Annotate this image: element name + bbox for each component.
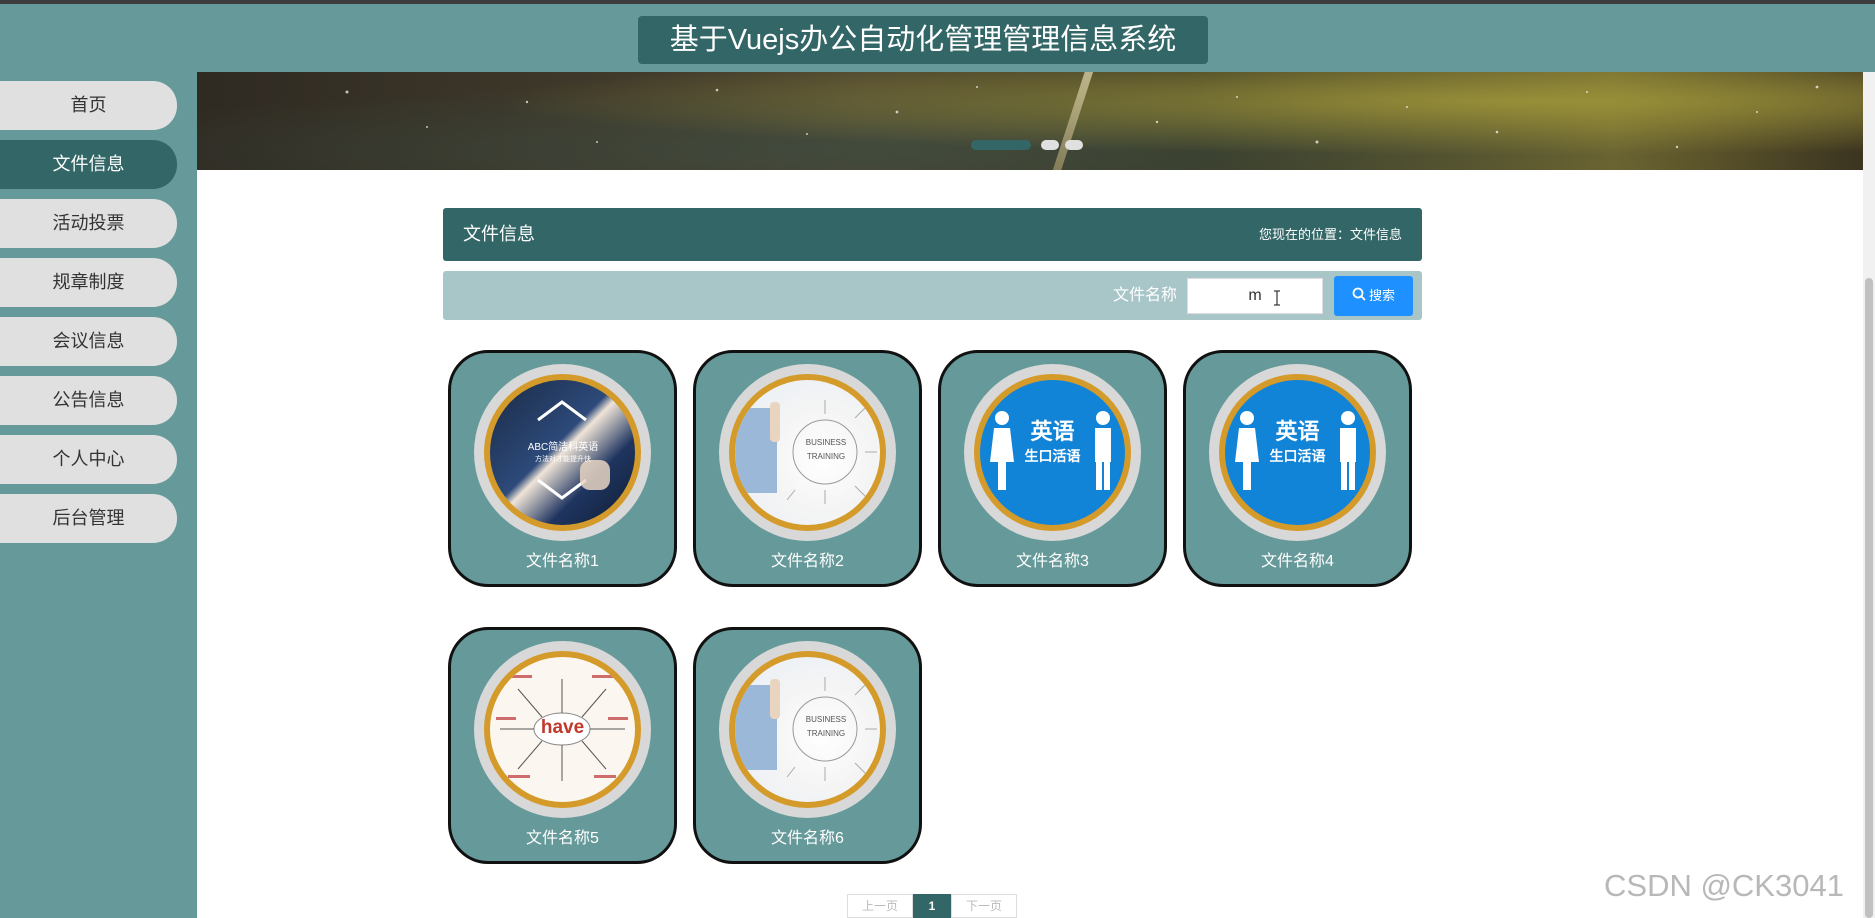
scrollbar-thumb[interactable]: [1865, 278, 1873, 918]
sidebar-item-personal-center[interactable]: 个人中心: [0, 435, 177, 484]
card-image-business-training: BUSINESS TRAINING: [729, 651, 886, 808]
card-image-ring: have: [474, 641, 651, 818]
card-image-abc-english: ABC简洁科英语 方法对才能提升快: [484, 374, 641, 531]
banner-stars: [345, 85, 1819, 149]
card-name: 文件名称3: [1016, 553, 1089, 570]
card-image-text: BUSINESS: [805, 715, 847, 724]
card-name: 文件名称2: [771, 553, 844, 570]
search-icon: [1352, 277, 1366, 317]
card-image-ring: 英语 生口活语: [1209, 364, 1386, 541]
file-card-5[interactable]: have 文件名称5: [448, 627, 677, 864]
file-card-6[interactable]: BUSINESS TRAINING 文件名称6: [693, 627, 922, 864]
card-name: 文件名称5: [526, 830, 599, 847]
site-title: 基于Vuejs办公自动化管理管理信息系统: [638, 16, 1208, 64]
card-image-subtext: TRAINING: [806, 729, 846, 738]
card-image-ring: 英语 生口活语: [964, 364, 1141, 541]
card-image-english-speaking: 英语 生口活语: [974, 374, 1131, 531]
card-image-text: BUSINESS: [805, 438, 847, 447]
search-input[interactable]: [1187, 278, 1323, 314]
pagination-next[interactable]: 下一页: [951, 894, 1017, 918]
file-card-2[interactable]: BUSINESS TRAINING 文件名称2: [693, 350, 922, 587]
carousel-dot[interactable]: [1041, 140, 1059, 150]
carousel-dot[interactable]: [1065, 140, 1083, 150]
card-image-have-mindmap: have: [484, 651, 641, 808]
sidebar-item-announcement[interactable]: 公告信息: [0, 376, 177, 425]
banner-carousel: [197, 72, 1863, 170]
sidebar-item-activity-vote[interactable]: 活动投票: [0, 199, 177, 248]
page-scrollbar[interactable]: [1863, 72, 1875, 918]
csdn-watermark: CSDN @CK3041: [1604, 868, 1844, 903]
card-image-text: ABC简洁科英语: [527, 442, 599, 453]
card-name: 文件名称1: [526, 553, 599, 570]
page-title: 文件信息: [463, 224, 535, 244]
file-card-3[interactable]: 英语 生口活语 文件名称3: [938, 350, 1167, 587]
card-image-ring: ABC简洁科英语 方法对才能提升快: [474, 364, 651, 541]
search-button-label: 搜索: [1368, 288, 1395, 303]
breadcrumb: 您现在的位置：文件信息: [1258, 227, 1402, 242]
search-label: 文件名称: [1113, 287, 1178, 304]
card-image-ring: BUSINESS TRAINING: [719, 364, 896, 541]
card-image-ring: BUSINESS TRAINING: [719, 641, 896, 818]
card-name: 文件名称4: [1261, 553, 1334, 570]
card-name: 文件名称6: [771, 830, 844, 847]
sidebar-item-meeting-info[interactable]: 会议信息: [0, 317, 177, 366]
file-card-4[interactable]: 英语 生口活语 文件名称4: [1183, 350, 1412, 587]
top-bar: 基于Vuejs办公自动化管理管理信息系统: [0, 0, 1875, 72]
file-card-1[interactable]: ABC简洁科英语 方法对才能提升快 文件名称1: [448, 350, 677, 587]
card-image-business-training: BUSINESS TRAINING: [729, 374, 886, 531]
sidebar-item-admin[interactable]: 后台管理: [0, 494, 177, 543]
card-image-subtext: 生口活语: [1269, 448, 1326, 464]
sidebar-item-regulations[interactable]: 规章制度: [0, 258, 177, 307]
text-cursor-icon: [1272, 290, 1282, 306]
pagination-prev[interactable]: 上一页: [847, 894, 913, 918]
search-button[interactable]: 搜索: [1334, 276, 1413, 316]
pagination-page-current[interactable]: 1: [913, 894, 951, 918]
card-image-text: 英语: [1030, 419, 1075, 444]
sidebar-item-file-info[interactable]: 文件信息: [0, 140, 177, 189]
card-image-text: 英语: [1275, 419, 1320, 444]
card-image-subtext: 方法对才能提升快: [535, 456, 591, 463]
card-image-english-speaking: 英语 生口活语: [1219, 374, 1376, 531]
card-image-subtext: 生口活语: [1024, 448, 1081, 464]
page-header: 文件信息 您现在的位置：文件信息: [443, 208, 1422, 261]
sidebar-item-home[interactable]: 首页: [0, 81, 177, 130]
sidebar: 首页 文件信息 活动投票 规章制度 会议信息 公告信息 个人中心 后台管理: [0, 72, 197, 918]
carousel-dot-active[interactable]: [971, 140, 1031, 150]
card-image-subtext: TRAINING: [806, 452, 846, 461]
card-image-text: have: [540, 717, 585, 738]
